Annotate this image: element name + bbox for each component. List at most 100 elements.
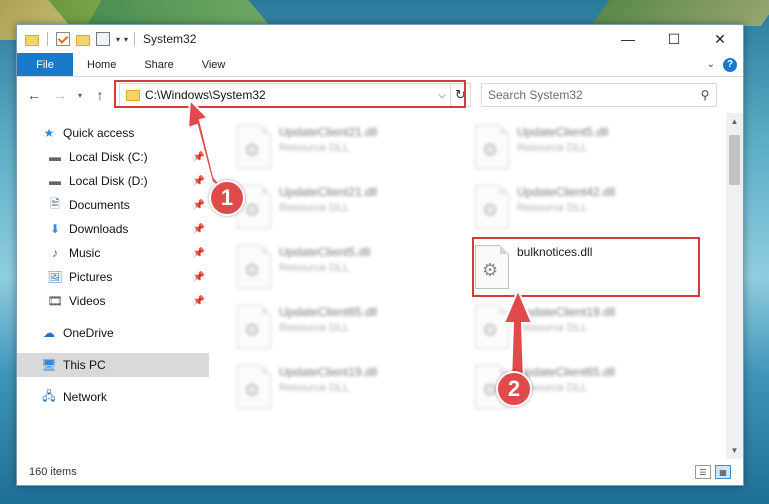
scroll-thumb[interactable] (729, 135, 740, 185)
dll-file-icon: ⚙ (475, 185, 509, 229)
drive-icon: ▬ (49, 150, 61, 164)
file-item[interactable]: ⚙ UpdateClient21.dll Resource DLL (237, 179, 467, 237)
minimize-button[interactable]: — (605, 25, 651, 53)
scroll-up-arrow-icon[interactable]: ▲ (726, 113, 743, 130)
dll-file-icon: ⚙ (237, 305, 271, 349)
properties-icon[interactable] (96, 32, 110, 46)
sidebar-item-network[interactable]: 🖧 Network (17, 385, 209, 409)
file-name: UpdateClient21.dll (279, 125, 378, 139)
sidebar-item-music[interactable]: ♪ Music 📌 (17, 241, 209, 265)
file-item[interactable]: ⚙ UpdateClient21.dll Resource DLL (237, 119, 467, 177)
file-item[interactable]: ⚙ UpdateClient65.dll Resource DLL (237, 299, 467, 357)
quick-access-dropdown-icon[interactable]: ▾ (116, 35, 120, 44)
sidebar-item-pictures[interactable]: 🖼 Pictures 📌 (17, 265, 209, 289)
pin-icon[interactable]: 📌 (193, 200, 205, 211)
drive-icon: ▬ (49, 174, 61, 188)
divider (134, 32, 136, 46)
callout-step-1: 1 (209, 180, 245, 216)
sidebar-item-local-disk-c[interactable]: ▬ Local Disk (C:) 📌 (17, 145, 209, 169)
large-icons-view-icon[interactable]: ▦ (715, 465, 731, 479)
sidebar-item-local-disk-d[interactable]: ▬ Local Disk (D:) 📌 (17, 169, 209, 193)
tab-view[interactable]: View (188, 53, 240, 76)
tab-file[interactable]: File (17, 53, 73, 76)
forward-arrow-icon[interactable]: → (49, 84, 71, 106)
properties-check-icon[interactable] (56, 32, 70, 46)
file-item[interactable]: ⚙ UpdateClient5.dll Resource DLL (475, 119, 705, 177)
tab-home[interactable]: Home (73, 53, 130, 76)
file-name: UpdateClient19.dll (517, 305, 616, 319)
file-name: UpdateClient65.dll (517, 365, 616, 379)
sidebar-item-this-pc[interactable]: 🖥 This PC (17, 353, 209, 377)
sidebar-item-documents[interactable]: 🗎 Documents 📌 (17, 193, 209, 217)
up-arrow-icon[interactable]: ↑ (89, 84, 111, 106)
file-type: Resource DLL (279, 142, 350, 154)
ribbon-tabs: File Home Share View ⌄ ? (17, 53, 743, 77)
file-type: Resource DLL (279, 202, 350, 214)
search-box[interactable]: Search System32 ⚲ (481, 83, 717, 107)
folder-icon (25, 34, 39, 46)
divider (47, 32, 48, 46)
address-bar[interactable]: C:\Windows\System32 ⌵ ↻ (114, 80, 471, 108)
window-title: System32 (143, 32, 197, 46)
vertical-scrollbar[interactable]: ▲ ▼ (726, 113, 743, 459)
file-name: UpdateClient19.dll (279, 365, 378, 379)
customize-toolbar-icon[interactable]: ▾ (124, 35, 128, 44)
file-name: UpdateClient42.dll (517, 185, 616, 199)
sidebar-item-label: Local Disk (D:) (69, 174, 148, 188)
sidebar-item-label: Documents (69, 198, 130, 212)
music-icon: ♪ (52, 246, 58, 260)
scroll-down-arrow-icon[interactable]: ▼ (726, 442, 743, 459)
file-type: Resource DLL (517, 322, 588, 334)
close-button[interactable]: ✕ (697, 25, 743, 53)
file-name: UpdateClient21.dll (279, 185, 378, 199)
sidebar-item-onedrive[interactable]: ☁ OneDrive (17, 321, 209, 345)
tab-share[interactable]: Share (130, 53, 187, 76)
search-input[interactable]: Search System32 (488, 88, 694, 102)
file-type: Resource DLL (517, 202, 588, 214)
sidebar-item-label: Quick access (63, 126, 135, 140)
sidebar-item-label: Videos (69, 294, 106, 308)
back-arrow-icon[interactable]: ← (23, 84, 45, 106)
download-icon: ⬇ (49, 222, 61, 236)
file-item[interactable]: ⚙ UpdateClient42.dll Resource DLL (475, 179, 705, 237)
details-view-icon[interactable]: ☰ (695, 465, 711, 479)
sidebar-item-label: Pictures (69, 270, 113, 284)
dll-file-icon: ⚙ (237, 245, 271, 289)
pin-icon[interactable]: 📌 (193, 248, 205, 259)
address-path[interactable]: C:\Windows\System32 (145, 88, 434, 102)
navigation-bar: ← → ▾ ↑ C:\Windows\System32 ⌵ ↻ Search S… (17, 77, 743, 113)
file-item[interactable]: ⚙ UpdateClient5.dll Resource DLL (237, 239, 467, 297)
sidebar-item-label: Downloads (69, 222, 129, 236)
new-folder-icon[interactable] (76, 34, 90, 46)
pin-icon[interactable]: 📌 (193, 296, 205, 307)
file-item[interactable]: ⚙ UpdateClient19.dll Resource DLL (475, 299, 705, 357)
search-icon[interactable]: ⚲ (694, 88, 716, 102)
dll-file-icon: ⚙ (475, 305, 509, 349)
pin-icon[interactable]: 📌 (193, 272, 205, 283)
file-name: UpdateClient5.dll (279, 245, 371, 259)
pin-icon[interactable]: 📌 (193, 152, 205, 163)
sidebar-item-videos[interactable]: 🎞 Videos 📌 (17, 289, 209, 313)
cloud-icon: ☁ (43, 326, 55, 340)
address-dropdown-icon[interactable]: ⌵ (434, 90, 450, 101)
sidebar-item-label: Network (63, 390, 108, 404)
help-icon[interactable]: ? (723, 57, 737, 72)
sidebar-item-quick-access[interactable]: ★ Quick access (17, 121, 209, 145)
computer-icon: 🖥 (41, 358, 57, 372)
recent-locations-dropdown-icon[interactable]: ▾ (75, 91, 85, 100)
file-item[interactable]: ⚙ UpdateClient19.dll Resource DLL (237, 359, 467, 417)
expand-ribbon-icon[interactable]: ⌄ (707, 59, 715, 70)
file-type: Resource DLL (517, 142, 588, 154)
pin-icon[interactable]: 📌 (193, 176, 205, 187)
document-icon: 🗎 (50, 196, 60, 211)
sidebar-item-downloads[interactable]: ⬇ Downloads 📌 (17, 217, 209, 241)
dll-file-icon: ⚙ (475, 125, 509, 169)
sidebar-item-label: This PC (63, 358, 106, 372)
pin-icon[interactable]: 📌 (193, 224, 205, 235)
refresh-icon[interactable]: ↻ (450, 84, 470, 106)
file-type: Resource DLL (279, 382, 350, 394)
wallpaper-leaf (590, 0, 769, 26)
sidebar-item-label: Music (69, 246, 101, 260)
maximize-button[interactable]: ☐ (651, 25, 697, 53)
sidebar-item-label: Local Disk (C:) (69, 150, 148, 164)
